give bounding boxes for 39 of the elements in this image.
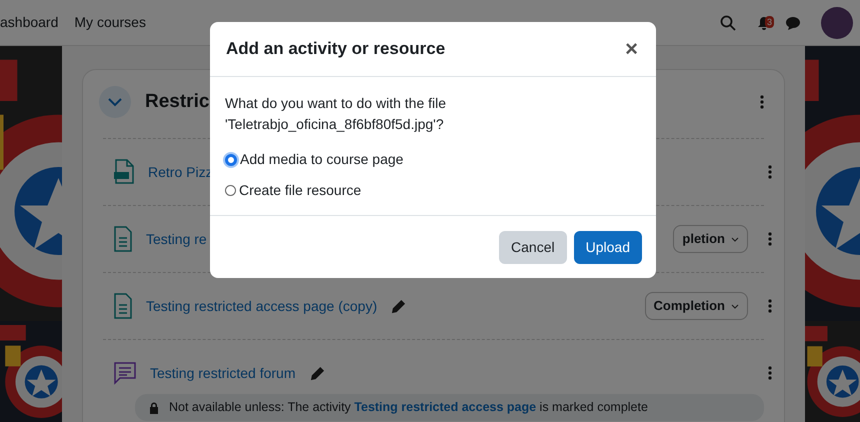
notification-badge: 3 (765, 16, 774, 28)
modal-title: Add an activity or resource (226, 38, 446, 60)
pencil-icon[interactable] (391, 298, 406, 314)
lock-icon (149, 402, 159, 414)
radio-button[interactable] (225, 185, 236, 196)
cancel-button[interactable]: Cancel (499, 230, 567, 264)
activity-link[interactable]: Testing restricted access page (354, 400, 536, 414)
radio-button[interactable] (225, 154, 237, 166)
restriction-text: Not available unless: The activity Testing restricted access page is marked complete (169, 400, 648, 415)
search-icon[interactable] (720, 14, 736, 30)
upload-button[interactable]: Upload (574, 230, 642, 264)
pencil-icon[interactable] (310, 366, 324, 380)
more-options-icon[interactable] (768, 232, 772, 246)
chat-bubble-icon (113, 361, 137, 385)
activity-link[interactable]: Testing re (146, 228, 207, 250)
close-button[interactable]: × (625, 38, 638, 60)
avatar[interactable] (821, 6, 853, 38)
more-options-icon[interactable] (768, 366, 772, 380)
chevron-icon (108, 98, 122, 106)
more-options-icon[interactable] (768, 165, 772, 179)
more-options-icon[interactable] (760, 95, 764, 109)
completion-dropdown[interactable]: Completion (644, 292, 748, 320)
radio-label: Add media to course page (240, 150, 404, 169)
modal-question: What do you want to do with the file 'Teletrabjo_oficina_8f6bf80f5d.jpg'? (225, 94, 448, 134)
chat-icon[interactable] (785, 16, 801, 30)
radio-label: Create file resource (239, 181, 362, 200)
caret-icon (731, 304, 739, 308)
pdf-file-icon (113, 159, 135, 185)
document-icon (113, 226, 133, 252)
nav-link[interactable]: My courses (74, 12, 146, 33)
collapse-button[interactable] (99, 86, 131, 118)
completion-dropdown[interactable]: pletion (673, 225, 748, 253)
more-options-icon[interactable] (768, 299, 772, 313)
activity-link[interactable]: Testing restricted access page (copy) (146, 296, 378, 316)
section-title: Restric (145, 90, 210, 114)
nav-link[interactable]: ashboard (0, 12, 58, 33)
caret-icon (731, 236, 739, 242)
document-icon (113, 293, 133, 319)
activity-link[interactable]: Testing restricted forum (150, 362, 296, 384)
